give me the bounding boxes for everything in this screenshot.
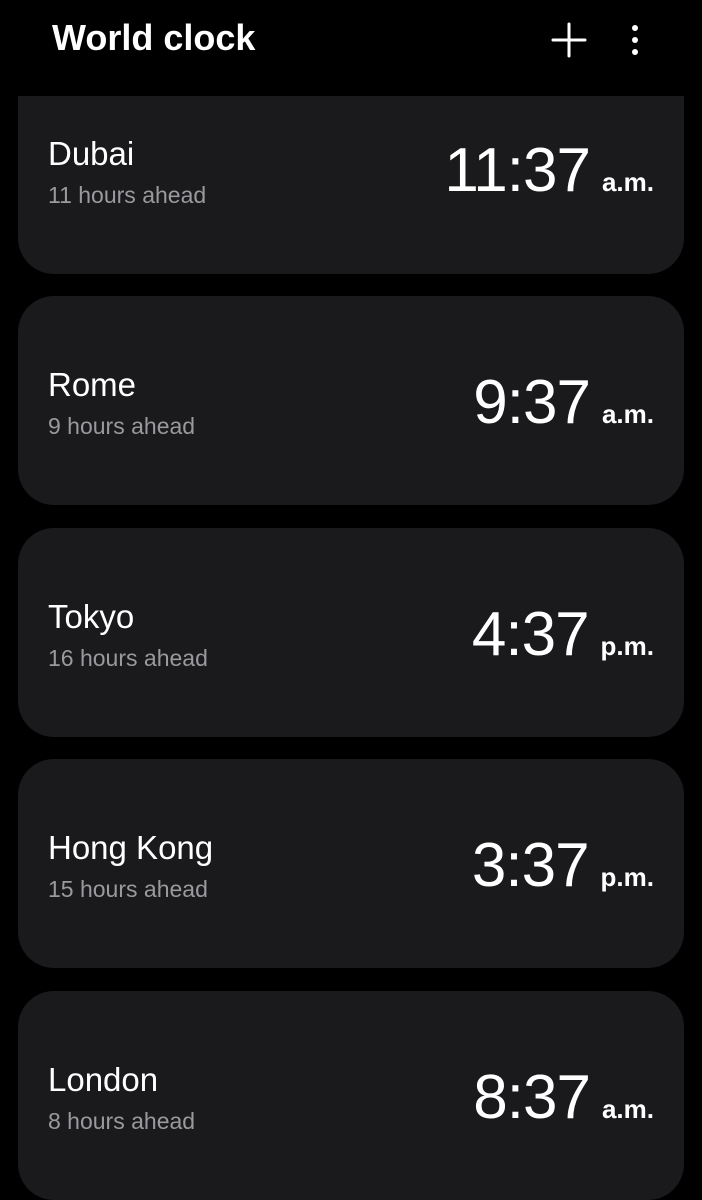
time-offset: 16 hours ahead — [48, 645, 208, 671]
clock-time: 8:37 a.m. — [473, 1063, 654, 1133]
time-period: p.m. — [600, 862, 654, 892]
city-name: Dubai — [48, 135, 135, 172]
time-offset: 15 hours ahead — [48, 876, 208, 902]
plus-icon — [551, 22, 587, 58]
clock-time: 11:37 a.m. — [444, 136, 654, 206]
more-vertical-icon — [632, 25, 638, 55]
clock-card-hong-kong[interactable]: Hong Kong 15 hours ahead 3:37 p.m. — [18, 759, 684, 968]
time-value: 9:37 — [473, 368, 591, 437]
time-period: a.m. — [601, 167, 654, 197]
add-city-button[interactable] — [543, 14, 595, 66]
clock-time: 3:37 p.m. — [472, 831, 654, 901]
city-name: Tokyo — [48, 598, 135, 635]
page-title: World clock — [52, 17, 256, 58]
time-offset: 8 hours ahead — [48, 1108, 196, 1134]
time-value: 3:37 — [471, 831, 590, 900]
time-value: 11:37 — [444, 136, 591, 205]
clock-time: 9:37 a.m. — [473, 368, 654, 438]
clock-card-tokyo[interactable]: Tokyo 16 hours ahead 4:37 p.m. — [18, 528, 684, 737]
time-offset: 9 hours ahead — [48, 413, 196, 439]
time-period: a.m. — [601, 1094, 654, 1124]
clock-card-dubai[interactable]: Dubai 11 hours ahead 11:37 a.m. — [18, 96, 684, 274]
time-period: a.m. — [601, 399, 654, 429]
app-header: World clock — [0, 0, 702, 96]
city-name: London — [48, 1061, 159, 1098]
time-value: 8:37 — [473, 1063, 591, 1132]
city-name: Rome — [48, 366, 137, 403]
time-value: 4:37 — [471, 600, 590, 669]
city-name: Hong Kong — [48, 829, 214, 866]
clock-card-rome[interactable]: Rome 9 hours ahead 9:37 a.m. — [18, 296, 684, 505]
clock-card-london[interactable]: London 8 hours ahead 8:37 a.m. — [18, 991, 684, 1200]
clock-time: 4:37 p.m. — [472, 600, 654, 670]
time-period: p.m. — [600, 631, 654, 661]
time-offset: 11 hours ahead — [48, 182, 207, 208]
more-options-button[interactable] — [609, 14, 661, 66]
